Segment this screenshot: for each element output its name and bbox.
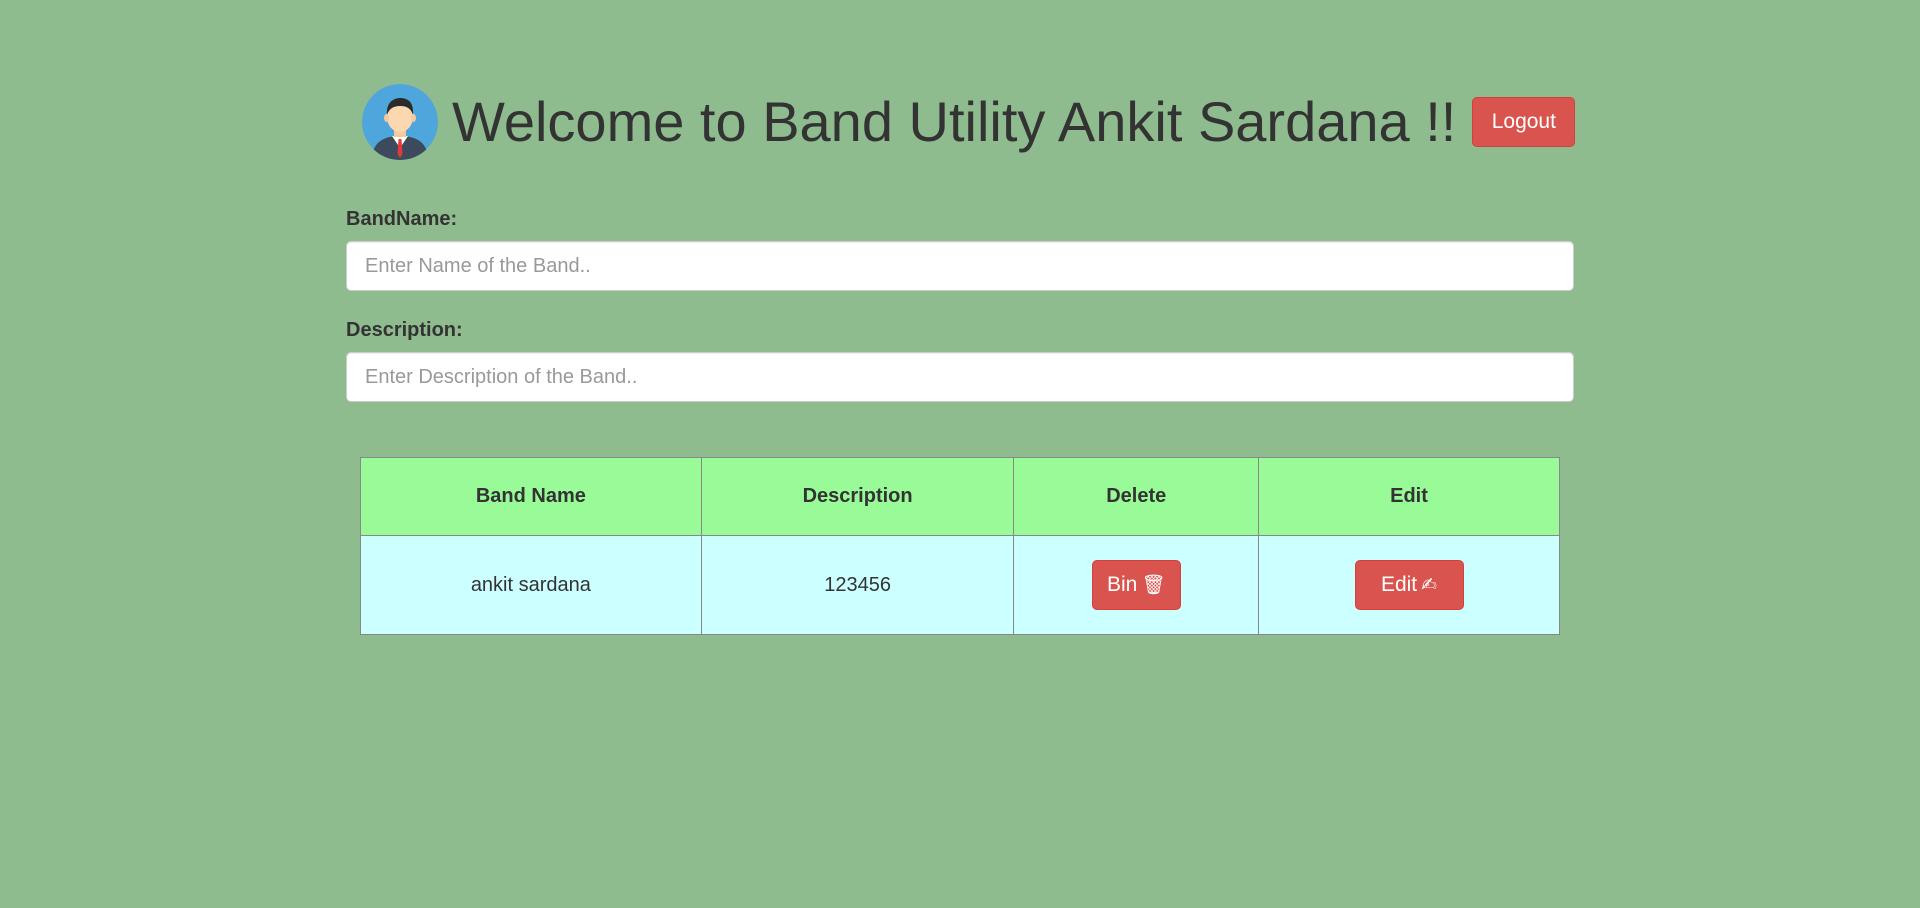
band-utility-page: Welcome to Band Utility Ankit Sardana !!… [0,0,1920,908]
table-row: ankit sardana 123456 Bin 🗑 Edit ✍ [360,535,1560,635]
description-input[interactable] [346,352,1574,402]
band-name-group: BandName: [346,208,1574,291]
table-header-row: Band Name Description Delete Edit [360,457,1560,536]
bin-button-label: Bin [1107,573,1138,596]
bands-table: Band Name Description Delete Edit ankit … [360,457,1560,635]
logout-button[interactable]: Logout [1472,97,1576,147]
page-header: Welcome to Band Utility Ankit Sardana !!… [362,84,1576,160]
trash-icon: 🗑 [1141,575,1166,596]
band-name-input[interactable] [346,241,1574,291]
header-edit: Edit [1258,457,1560,536]
header-band-name: Band Name [360,457,702,536]
description-label: Description: [346,319,463,341]
edit-button[interactable]: Edit ✍ [1354,560,1464,610]
edit-button-label: Edit [1380,573,1418,596]
user-avatar-icon [362,84,438,160]
header-delete: Delete [1013,457,1260,536]
cell-band-name: ankit sardana [360,535,702,635]
description-group: Description: [346,319,1574,402]
cell-edit: Edit ✍ [1258,535,1560,635]
bin-button[interactable]: Bin 🗑 [1091,560,1181,610]
page-title: Welcome to Band Utility Ankit Sardana !! [452,90,1457,153]
header-description: Description [700,457,1015,536]
band-name-label: BandName: [346,208,458,230]
cell-delete: Bin 🗑 [1013,535,1260,635]
writing-hand-icon: ✍ [1421,575,1438,596]
cell-description: 123456 [700,535,1015,635]
